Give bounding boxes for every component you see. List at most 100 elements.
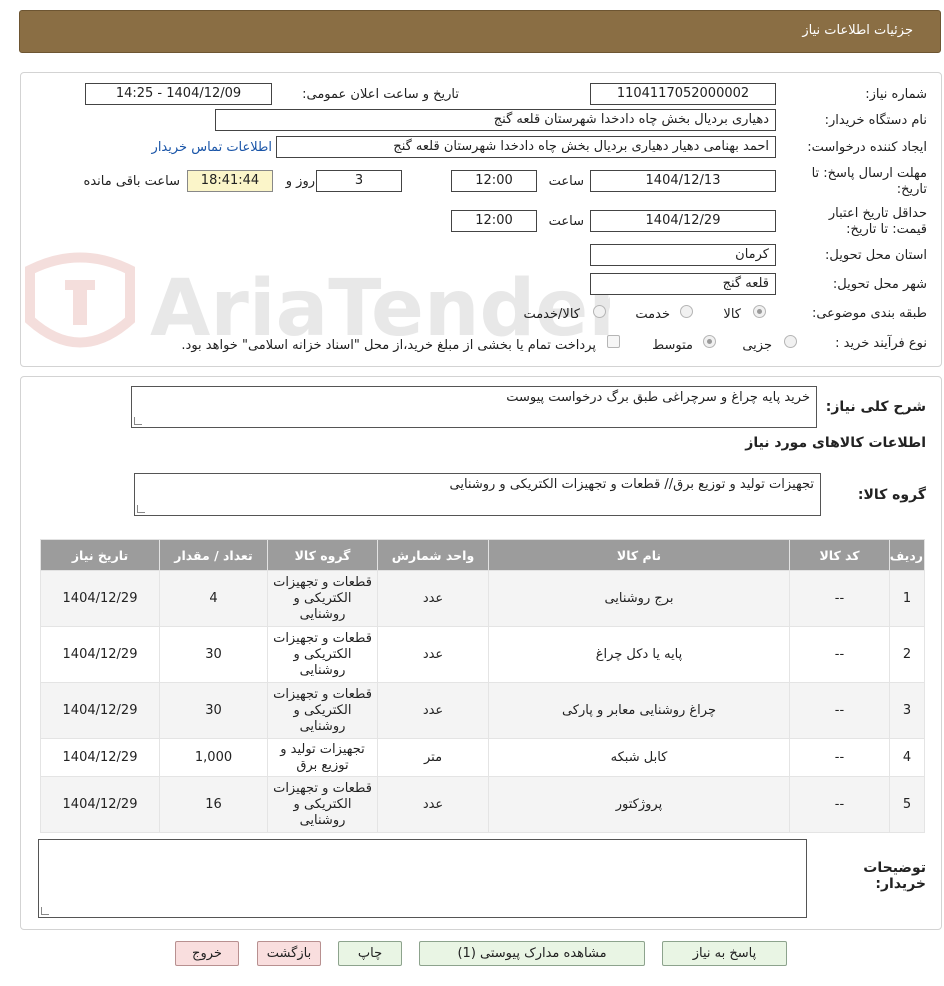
need-summary-label: شرح کلی نیاز:: [825, 399, 926, 415]
payment-note: پرداخت تمام یا بخشی از مبلغ خرید،از محل …: [181, 338, 596, 353]
buyer-org-field: دهیاری بردیال بخش چاه دادخدا شهرستان قلع…: [215, 109, 776, 131]
price-time-label: ساعت: [548, 214, 584, 229]
cell-date: 1404/12/29: [40, 776, 160, 833]
cell-name: برج روشنایی: [488, 570, 790, 627]
cell-unit: عدد: [377, 626, 489, 683]
cell-qty: 30: [159, 682, 268, 739]
reply-deadline-label: مهلت ارسال پاسخ: تا تاریخ:: [811, 166, 927, 197]
cell-date: 1404/12/29: [40, 738, 160, 777]
table-row: 1 -- برج روشنایی عدد قطعات و تجهیزات الک…: [40, 570, 925, 627]
cell-row: 3: [889, 682, 925, 739]
remaining-days-field: 3: [316, 170, 402, 192]
creator-label: ایجاد کننده درخواست:: [807, 140, 927, 155]
cell-group: تجهیزات تولید و توزیع برق: [267, 738, 378, 777]
page-header: جزئیات اطلاعات نیاز: [19, 10, 941, 53]
resize-grip-icon[interactable]: [137, 505, 145, 513]
price-validity-label: حداقل تاریخ اعتبار قیمت: تا تاریخ:: [828, 206, 927, 237]
cell-qty: 16: [159, 776, 268, 833]
table-row: 3 -- چراغ روشنایی معابر و پارکی عدد قطعا…: [40, 682, 925, 739]
process-medium-radio[interactable]: [703, 335, 716, 348]
cell-unit: عدد: [377, 570, 489, 627]
need-summary-textarea: خرید پایه چراغ و سرچراغی طبق برگ درخواست…: [131, 386, 817, 428]
category-both-radio[interactable]: [593, 305, 606, 318]
col-header-qty: تعداد / مقدار: [159, 539, 268, 571]
reply-to-need-button[interactable]: پاسخ به نیاز: [662, 941, 787, 966]
col-header-name: نام کالا: [488, 539, 790, 571]
cell-code: --: [789, 738, 890, 777]
cell-date: 1404/12/29: [40, 626, 160, 683]
cell-code: --: [789, 776, 890, 833]
cell-group: قطعات و تجهیزات الکتریکی و روشنایی: [267, 626, 378, 683]
category-goods-radio[interactable]: [753, 305, 766, 318]
table-row: 4 -- کابل شبکه متر تجهیزات تولید و توزیع…: [40, 738, 925, 777]
city-field: قلعه گنج: [590, 273, 776, 295]
col-header-unit: واحد شمارش: [377, 539, 489, 571]
cell-group: قطعات و تجهیزات الکتریکی و روشنایی: [267, 570, 378, 627]
price-date-field: 1404/12/29: [590, 210, 776, 232]
resize-grip-icon[interactable]: [41, 907, 49, 915]
category-service-radio[interactable]: [680, 305, 693, 318]
col-header-row: ردیف: [889, 539, 925, 571]
buyer-org-label: نام دستگاه خریدار:: [824, 113, 927, 128]
goods-group-label: گروه کالا:: [857, 487, 926, 503]
province-label: استان محل تحویل:: [825, 248, 927, 263]
creator-field: احمد بهنامی دهیار دهیاری بردیال بخش چاه …: [276, 136, 776, 158]
announce-date-field: 1404/12/09 - 14:25: [85, 83, 272, 105]
view-attachments-button[interactable]: مشاهده مدارک پیوستی (1): [419, 941, 645, 966]
need-number-label: شماره نیاز:: [865, 87, 927, 102]
goods-table: ردیف کد کالا نام کالا واحد شمارش گروه کا…: [40, 539, 925, 833]
resize-grip-icon[interactable]: [134, 417, 142, 425]
cell-unit: عدد: [377, 682, 489, 739]
exit-button[interactable]: خروج: [175, 941, 239, 966]
announce-date-label: تاریخ و ساعت اعلان عمومی:: [302, 87, 459, 102]
category-both-label: کالا/خدمت: [523, 307, 580, 322]
cell-unit: متر: [377, 738, 489, 777]
province-field: کرمان: [590, 244, 776, 266]
process-partial-label: جزیی: [742, 338, 772, 353]
buyer-contact-link[interactable]: اطلاعات تماس خریدار: [152, 140, 272, 155]
process-type-label: نوع فرآیند خرید :: [835, 336, 927, 351]
col-header-code: کد کالا: [789, 539, 890, 571]
cell-qty: 30: [159, 626, 268, 683]
reply-time-field: 12:00: [451, 170, 537, 192]
goods-table-header-row: ردیف کد کالا نام کالا واحد شمارش گروه کا…: [40, 539, 925, 571]
cell-name: چراغ روشنایی معابر و پارکی: [488, 682, 790, 739]
treasury-bonds-checkbox[interactable]: [607, 335, 620, 348]
need-summary-text: خرید پایه چراغ و سرچراغی طبق برگ درخواست…: [506, 390, 810, 405]
goods-group-textarea: تجهیزات تولید و توزیع برق// قطعات و تجهی…: [134, 473, 821, 516]
category-label: طبقه بندی موضوعی:: [811, 306, 927, 321]
cell-row: 2: [889, 626, 925, 683]
cell-group: قطعات و تجهیزات الکتریکی و روشنایی: [267, 776, 378, 833]
cell-unit: عدد: [377, 776, 489, 833]
cell-name: کابل شبکه: [488, 738, 790, 777]
reply-date-field: 1404/12/13: [590, 170, 776, 192]
price-time-field: 12:00: [451, 210, 537, 232]
print-button[interactable]: چاپ: [338, 941, 402, 966]
cell-name: پایه یا دکل چراغ: [488, 626, 790, 683]
days-label: روز و: [285, 174, 315, 189]
city-label: شهر محل تحویل:: [832, 277, 927, 292]
cell-code: --: [789, 570, 890, 627]
buyer-notes-label: توضیحات خریدار:: [863, 860, 926, 892]
page-title: جزئیات اطلاعات نیاز: [802, 23, 913, 38]
cell-date: 1404/12/29: [40, 682, 160, 739]
process-partial-radio[interactable]: [784, 335, 797, 348]
cell-row: 1: [889, 570, 925, 627]
need-number-field: 1104117052000002: [590, 83, 776, 105]
cell-code: --: [789, 682, 890, 739]
cell-date: 1404/12/29: [40, 570, 160, 627]
buyer-notes-textarea[interactable]: [38, 839, 807, 918]
reply-time-label: ساعت: [548, 174, 584, 189]
cell-row: 5: [889, 776, 925, 833]
table-row: 5 -- پروژکتور عدد قطعات و تجهیزات الکتری…: [40, 776, 925, 833]
back-button[interactable]: بازگشت: [257, 941, 321, 966]
remaining-time-field: 18:41:44: [187, 170, 273, 192]
remaining-time-label: ساعت باقی مانده: [83, 174, 180, 189]
col-header-date: تاریخ نیاز: [40, 539, 160, 571]
cell-qty: 1,000: [159, 738, 268, 777]
col-header-group: گروه کالا: [267, 539, 378, 571]
cell-group: قطعات و تجهیزات الکتریکی و روشنایی: [267, 682, 378, 739]
goods-group-text: تجهیزات تولید و توزیع برق// قطعات و تجهی…: [449, 477, 815, 492]
process-medium-label: متوسط: [652, 338, 693, 353]
category-service-label: خدمت: [635, 307, 670, 322]
